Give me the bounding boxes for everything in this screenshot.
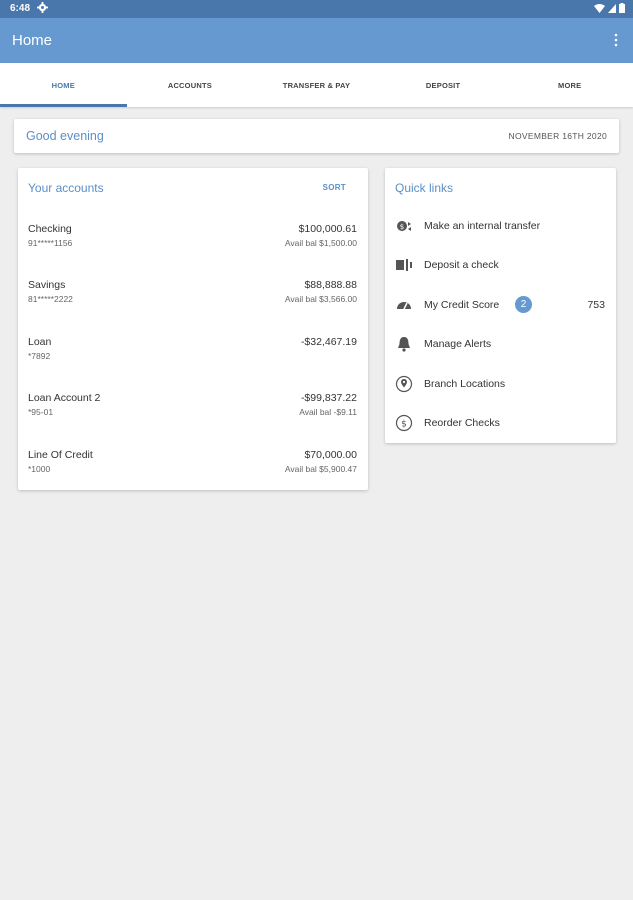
status-bar: 6:48 — [0, 0, 633, 18]
quick-link-label: Branch Locations — [424, 378, 506, 390]
location-pin-icon — [395, 375, 413, 393]
signal-icon — [608, 3, 616, 13]
quick-link-credit-score[interactable]: My Credit Score 2 753 — [385, 290, 616, 320]
account-name: Line Of Credit — [28, 449, 93, 461]
greeting-text: Good evening — [26, 129, 104, 143]
account-number: 91*****1156 — [28, 238, 73, 248]
quick-link-branch-locations[interactable]: Branch Locations — [385, 369, 616, 399]
tab-accounts[interactable]: ACCOUNTS — [127, 63, 254, 107]
overflow-menu-icon[interactable] — [613, 31, 619, 49]
app-bar: Home — [0, 18, 633, 63]
quick-link-label: Manage Alerts — [424, 338, 492, 350]
account-row[interactable]: Line Of Credit *1000 $70,000.00 Avail ba… — [18, 449, 368, 499]
transfer-icon: $ — [397, 221, 411, 231]
account-name: Loan Account 2 — [28, 392, 101, 404]
quick-link-internal-transfer[interactable]: $ Make an internal transfer — [385, 211, 616, 241]
tab-deposit[interactable]: DEPOSIT — [380, 63, 507, 107]
account-number: *95-01 — [28, 407, 54, 417]
accounts-card: Your accounts SORT Checking 91*****1156 … — [18, 168, 368, 490]
active-tab-indicator — [0, 104, 127, 107]
account-available-balance: Avail bal -$9.11 — [299, 407, 357, 417]
account-row[interactable]: Loan *7892 -$32,467.19 — [18, 336, 368, 386]
quick-links-card: Quick links $ Make an internal transfer … — [385, 168, 616, 443]
svg-text:$: $ — [400, 223, 404, 231]
quick-link-label: Deposit a check — [424, 259, 499, 271]
quick-link-reorder-checks[interactable]: $ Reorder Checks — [385, 408, 616, 438]
quick-link-manage-alerts[interactable]: Manage Alerts — [385, 329, 616, 359]
account-balance: $100,000.61 — [298, 223, 357, 235]
account-balance: -$99,837.22 — [300, 392, 357, 404]
account-name: Loan — [28, 336, 52, 348]
settings-gear-icon — [37, 2, 48, 13]
account-number: *7892 — [28, 351, 51, 361]
quick-link-label: My Credit Score — [424, 299, 500, 311]
account-number: 81*****2222 — [28, 294, 73, 304]
account-row[interactable]: Checking 91*****1156 $100,000.61 Avail b… — [18, 223, 368, 273]
tab-bar: HOME ACCOUNTS TRANSFER & PAY DEPOSIT MOR… — [0, 63, 633, 107]
tab-home[interactable]: HOME — [0, 63, 127, 107]
page-title: Home — [12, 32, 53, 49]
account-available-balance: Avail bal $1,500.00 — [284, 238, 357, 248]
quick-links-title: Quick links — [395, 181, 454, 195]
dollar-circle-icon: $ — [395, 414, 413, 432]
accounts-title: Your accounts — [28, 181, 104, 195]
tab-more[interactable]: MORE — [506, 63, 633, 107]
check-deposit-icon — [396, 259, 412, 271]
account-available-balance: Avail bal $3,566.00 — [284, 294, 357, 304]
sort-button[interactable]: SORT — [323, 183, 346, 192]
quick-link-label: Reorder Checks — [424, 417, 500, 429]
greeting-date: NOVEMBER 16TH 2020 — [508, 131, 607, 141]
credit-score-badge: 2 — [515, 296, 532, 313]
account-row[interactable]: Savings 81*****2222 $88,888.88 Avail bal… — [18, 279, 368, 329]
tab-transfer-pay[interactable]: TRANSFER & PAY — [253, 63, 380, 107]
account-number: *1000 — [28, 464, 51, 474]
account-row[interactable]: Loan Account 2 *95-01 -$99,837.22 Avail … — [18, 392, 368, 442]
account-available-balance: Avail bal $5,900.47 — [284, 464, 357, 474]
wifi-icon — [594, 3, 605, 13]
svg-text:$: $ — [401, 420, 407, 430]
quick-link-deposit-check[interactable]: Deposit a check — [385, 250, 616, 280]
status-time: 6:48 — [10, 3, 31, 14]
status-icons — [594, 3, 625, 13]
account-name: Savings — [28, 279, 66, 291]
account-name: Checking — [28, 223, 72, 235]
greeting-card: Good evening NOVEMBER 16TH 2020 — [14, 119, 619, 153]
credit-score-value: 753 — [587, 299, 605, 311]
bell-icon — [398, 337, 410, 352]
account-balance: -$32,467.19 — [300, 336, 357, 348]
gauge-icon — [397, 302, 411, 310]
battery-icon — [619, 3, 625, 13]
account-balance: $88,888.88 — [304, 279, 357, 291]
account-balance: $70,000.00 — [304, 449, 357, 461]
quick-link-label: Make an internal transfer — [424, 220, 541, 232]
